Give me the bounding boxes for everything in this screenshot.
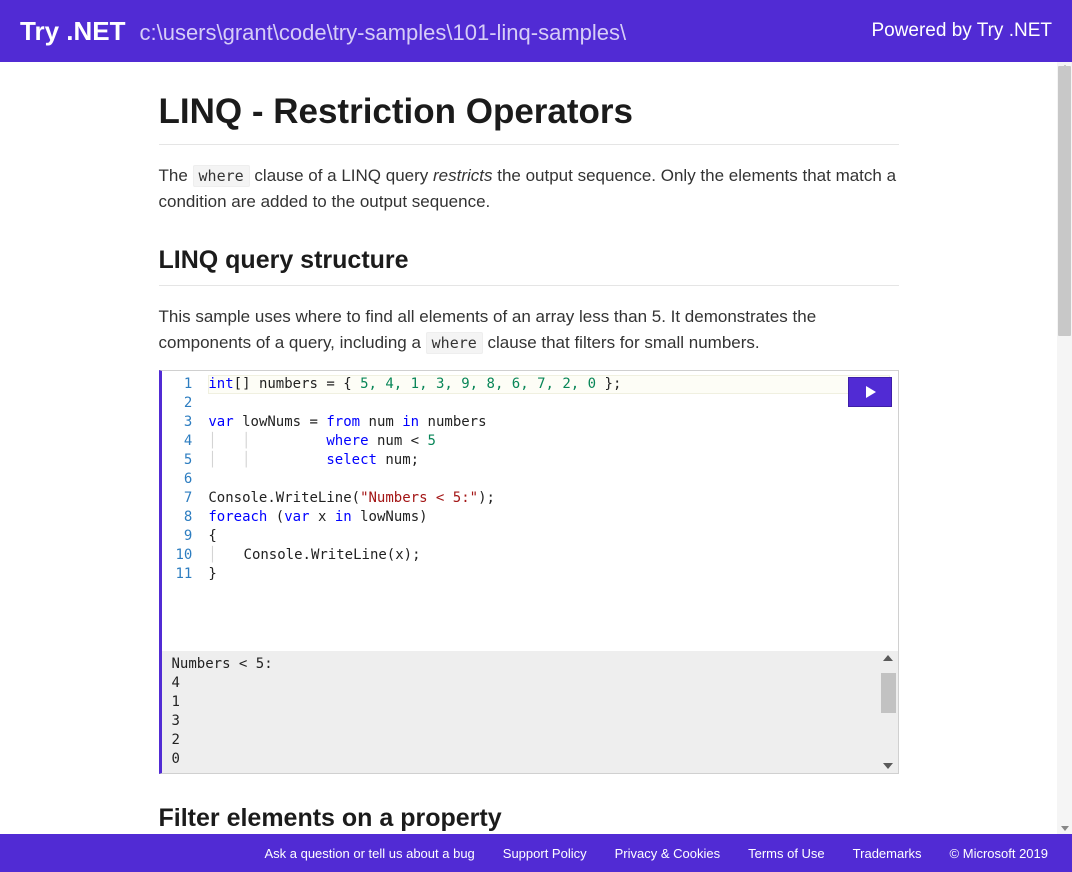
text: clause of a LINQ query: [250, 166, 433, 185]
play-icon: [864, 386, 876, 398]
txt: [] numbers = {: [234, 376, 360, 392]
kw: from: [326, 414, 360, 430]
code-editor: 1 2 3 4 5 6 7 8 9 10 11 int[] numbers = …: [159, 370, 899, 774]
kw: select: [326, 452, 377, 468]
txt: };: [596, 376, 621, 392]
kw: in: [402, 414, 419, 430]
txt: lowNums): [352, 509, 428, 525]
output-panel: Numbers < 5: 4 1 3 2 0: [162, 651, 898, 773]
kw: var: [284, 509, 309, 525]
main-scrollbar[interactable]: [1057, 62, 1072, 834]
txt: {: [208, 528, 216, 544]
scroll-up-icon[interactable]: [883, 655, 893, 661]
em-restricts: restricts: [433, 166, 493, 185]
line-number: 3: [176, 413, 193, 432]
output-text: Numbers < 5: 4 1 3 2 0: [172, 655, 888, 769]
text: clause that filters for small numbers.: [483, 333, 760, 352]
footer-link-privacy[interactable]: Privacy & Cookies: [615, 846, 720, 861]
line-number: 9: [176, 527, 193, 546]
txt: num <: [369, 433, 428, 449]
footer-copyright: © Microsoft 2019: [950, 846, 1048, 861]
line-number: 5: [176, 451, 193, 470]
section-paragraph: This sample uses where to find all eleme…: [159, 304, 899, 357]
indent: │ │: [208, 452, 275, 468]
txt: num: [360, 414, 402, 430]
txt: lowNums =: [234, 414, 327, 430]
txt: }: [208, 566, 216, 582]
txt: );: [478, 490, 495, 506]
line-gutter: 1 2 3 4 5 6 7 8 9 10 11: [162, 371, 201, 651]
app-header: Try .NET c:\users\grant\code\try-samples…: [0, 0, 1072, 62]
powered-by: Powered by Try .NET: [871, 20, 1052, 42]
txt: num;: [377, 452, 419, 468]
nums: 5, 4, 1, 3, 9, 8, 6, 7, 2, 0: [360, 376, 596, 392]
num: 5: [428, 433, 436, 449]
kw: in: [335, 509, 352, 525]
kw: int: [208, 376, 233, 392]
txt: x: [310, 509, 335, 525]
footer-link-support[interactable]: Support Policy: [503, 846, 587, 861]
line-number: 4: [176, 432, 193, 451]
section-title-filter: Filter elements on a property: [159, 804, 899, 833]
inline-code-where2: where: [426, 332, 483, 354]
line-number: 2: [176, 394, 193, 413]
run-button[interactable]: [848, 377, 892, 407]
scroll-thumb[interactable]: [1058, 66, 1071, 336]
inline-code-where: where: [193, 165, 250, 187]
code-area[interactable]: int[] numbers = { 5, 4, 1, 3, 9, 8, 6, 7…: [200, 371, 897, 651]
text: The: [159, 166, 193, 185]
page-title: LINQ - Restriction Operators: [159, 92, 899, 145]
output-scrollbar[interactable]: [880, 653, 896, 771]
line-number: 8: [176, 508, 193, 527]
content-scroll[interactable]: LINQ - Restriction Operators The where c…: [0, 62, 1057, 834]
txt: Console.WriteLine(: [208, 490, 360, 506]
line-number: 1: [176, 375, 193, 394]
line-number: 6: [176, 470, 193, 489]
line-number: 7: [176, 489, 193, 508]
indent: │ │: [208, 433, 275, 449]
footer-link-terms[interactable]: Terms of Use: [748, 846, 825, 861]
content: LINQ - Restriction Operators The where c…: [159, 92, 899, 833]
txt: (: [267, 509, 284, 525]
kw: var: [208, 414, 233, 430]
intro-paragraph: The where clause of a LINQ query restric…: [159, 163, 899, 216]
footer-link-trademarks[interactable]: Trademarks: [853, 846, 922, 861]
app-name: Try .NET: [20, 16, 125, 47]
section-title-structure: LINQ query structure: [159, 246, 899, 286]
kw: where: [326, 433, 368, 449]
footer-link-ask[interactable]: Ask a question or tell us about a bug: [264, 846, 474, 861]
kw: foreach: [208, 509, 267, 525]
footer: Ask a question or tell us about a bug Su…: [0, 834, 1072, 872]
header-left: Try .NET c:\users\grant\code\try-samples…: [20, 16, 626, 47]
scroll-thumb[interactable]: [881, 673, 896, 713]
scroll-down-icon[interactable]: [1061, 826, 1069, 831]
str: "Numbers < 5:": [360, 490, 478, 506]
line-number: 11: [176, 565, 193, 584]
scroll-down-icon[interactable]: [883, 763, 893, 769]
line-number: 10: [176, 546, 193, 565]
txt: numbers: [419, 414, 486, 430]
workspace-path: c:\users\grant\code\try-samples\101-linq…: [139, 20, 626, 46]
txt: Console.WriteLine(x);: [210, 547, 421, 563]
